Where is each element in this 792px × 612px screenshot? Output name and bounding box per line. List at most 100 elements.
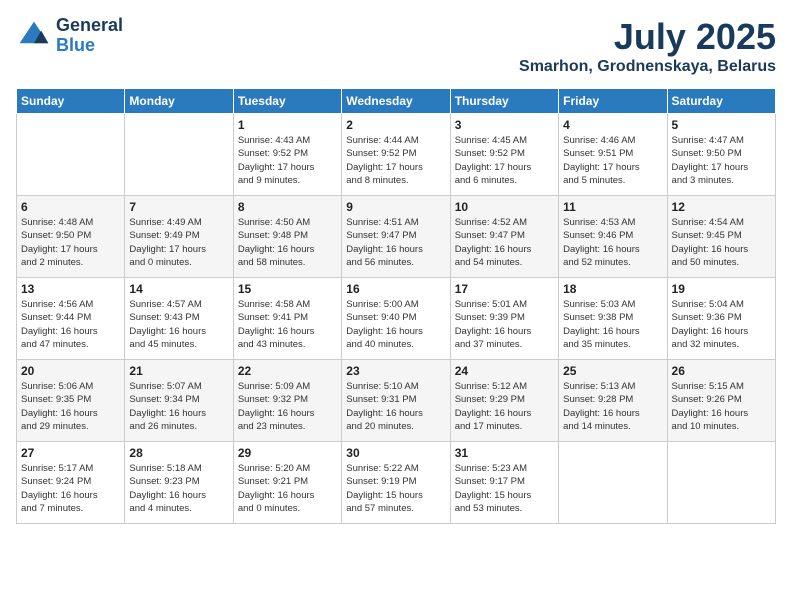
calendar-cell: 29Sunrise: 5:20 AM Sunset: 9:21 PM Dayli… — [233, 442, 341, 524]
day-number: 7 — [129, 200, 228, 214]
day-number: 8 — [238, 200, 337, 214]
day-number: 29 — [238, 446, 337, 460]
calendar-cell: 1Sunrise: 4:43 AM Sunset: 9:52 PM Daylig… — [233, 114, 341, 196]
calendar-body: 1Sunrise: 4:43 AM Sunset: 9:52 PM Daylig… — [17, 114, 776, 524]
day-details: Sunrise: 5:18 AM Sunset: 9:23 PM Dayligh… — [129, 462, 228, 515]
day-number: 31 — [455, 446, 554, 460]
day-details: Sunrise: 4:47 AM Sunset: 9:50 PM Dayligh… — [672, 134, 771, 187]
logo-icon — [16, 18, 52, 54]
day-number: 4 — [563, 118, 662, 132]
calendar-cell: 16 Sunrise: 5:00 AM Sunset: 9:40 PM Dayli… — [342, 278, 450, 360]
title-block: July 2025 Smarhon, Grodnenskaya, Belarus — [519, 16, 776, 76]
day-details: Sunrise: 5:12 AM Sunset: 9:29 PM Dayligh… — [455, 380, 554, 433]
day-number: 17 — [455, 282, 554, 296]
calendar-cell: 10Sunrise: 4:52 AM Sunset: 9:47 PM Dayli… — [450, 196, 558, 278]
day-details: Sunrise: 4:50 AM Sunset: 9:48 PM Dayligh… — [238, 216, 337, 269]
day-details: Sunrise: 5:23 AM Sunset: 9:17 PM Dayligh… — [455, 462, 554, 515]
weekday-header-monday: Monday — [125, 89, 233, 114]
calendar-cell: 28Sunrise: 5:18 AM Sunset: 9:23 PM Dayli… — [125, 442, 233, 524]
calendar-cell: 14 Sunrise: 4:57 AM Sunset: 9:43 PM Dayli… — [125, 278, 233, 360]
calendar-cell — [125, 114, 233, 196]
calendar-cell: 27Sunrise: 5:17 AM Sunset: 9:24 PM Dayli… — [17, 442, 125, 524]
calendar-cell: 13 Sunrise: 4:56 AM Sunset: 9:44 PM Dayli… — [17, 278, 125, 360]
calendar-table: SundayMondayTuesdayWednesdayThursdayFrid… — [16, 88, 776, 524]
day-number: 27 — [21, 446, 120, 460]
day-details: Sunrise: 4:46 AM Sunset: 9:51 PM Dayligh… — [563, 134, 662, 187]
weekday-header-wednesday: Wednesday — [342, 89, 450, 114]
day-number: 2 — [346, 118, 445, 132]
weekday-header-tuesday: Tuesday — [233, 89, 341, 114]
day-details: Sunrise: 4:56 AM Sunset: 9:44 PM Dayligh… — [21, 298, 120, 351]
day-details: Sunrise: 5:13 AM Sunset: 9:28 PM Dayligh… — [563, 380, 662, 433]
logo-line1: General — [56, 16, 123, 36]
calendar-header: SundayMondayTuesdayWednesdayThursdayFrid… — [17, 89, 776, 114]
calendar-cell: 23Sunrise: 5:10 AM Sunset: 9:31 PM Dayli… — [342, 360, 450, 442]
weekday-header-sunday: Sunday — [17, 89, 125, 114]
day-number: 30 — [346, 446, 445, 460]
calendar-cell: 9 Sunrise: 4:51 AM Sunset: 9:47 PM Daylig… — [342, 196, 450, 278]
day-number: 15 — [238, 282, 337, 296]
day-details: Sunrise: 4:48 AM Sunset: 9:50 PM Dayligh… — [21, 216, 120, 269]
weekday-header-row: SundayMondayTuesdayWednesdayThursdayFrid… — [17, 89, 776, 114]
day-number: 16 — [346, 282, 445, 296]
calendar-cell — [17, 114, 125, 196]
day-details: Sunrise: 5:06 AM Sunset: 9:35 PM Dayligh… — [21, 380, 120, 433]
calendar-week-2: 6 Sunrise: 4:48 AM Sunset: 9:50 PM Daylig… — [17, 196, 776, 278]
day-number: 13 — [21, 282, 120, 296]
calendar-cell: 24 Sunrise: 5:12 AM Sunset: 9:29 PM Dayli… — [450, 360, 558, 442]
calendar-cell: 6 Sunrise: 4:48 AM Sunset: 9:50 PM Daylig… — [17, 196, 125, 278]
calendar-week-4: 20 Sunrise: 5:06 AM Sunset: 9:35 PM Dayli… — [17, 360, 776, 442]
calendar-cell: 7 Sunrise: 4:49 AM Sunset: 9:49 PM Daylig… — [125, 196, 233, 278]
day-details: Sunrise: 5:09 AM Sunset: 9:32 PM Dayligh… — [238, 380, 337, 433]
page-header: General Blue July 2025 Smarhon, Grodnens… — [16, 16, 776, 76]
calendar-cell: 15 Sunrise: 4:58 AM Sunset: 9:41 PM Dayli… — [233, 278, 341, 360]
day-number: 11 — [563, 200, 662, 214]
weekday-header-friday: Friday — [559, 89, 667, 114]
calendar-cell — [559, 442, 667, 524]
day-number: 9 — [346, 200, 445, 214]
day-number: 18 — [563, 282, 662, 296]
day-number: 3 — [455, 118, 554, 132]
day-number: 10 — [455, 200, 554, 214]
day-details: Sunrise: 4:45 AM Sunset: 9:52 PM Dayligh… — [455, 134, 554, 187]
day-number: 6 — [21, 200, 120, 214]
day-number: 19 — [672, 282, 771, 296]
logo-line2: Blue — [56, 36, 123, 56]
calendar-cell: 20 Sunrise: 5:06 AM Sunset: 9:35 PM Dayli… — [17, 360, 125, 442]
calendar-cell: 18 Sunrise: 5:03 AM Sunset: 9:38 PM Dayli… — [559, 278, 667, 360]
day-number: 20 — [21, 364, 120, 378]
day-number: 12 — [672, 200, 771, 214]
day-details: Sunrise: 4:43 AM Sunset: 9:52 PM Dayligh… — [238, 134, 337, 187]
calendar-cell: 17 Sunrise: 5:01 AM Sunset: 9:39 PM Dayli… — [450, 278, 558, 360]
calendar-cell: 25Sunrise: 5:13 AM Sunset: 9:28 PM Dayli… — [559, 360, 667, 442]
location-title: Smarhon, Grodnenskaya, Belarus — [519, 58, 776, 76]
day-details: Sunrise: 4:57 AM Sunset: 9:43 PM Dayligh… — [129, 298, 228, 351]
day-details: Sunrise: 5:03 AM Sunset: 9:38 PM Dayligh… — [563, 298, 662, 351]
day-details: Sunrise: 4:58 AM Sunset: 9:41 PM Dayligh… — [238, 298, 337, 351]
day-details: Sunrise: 4:44 AM Sunset: 9:52 PM Dayligh… — [346, 134, 445, 187]
calendar-cell: 3 Sunrise: 4:45 AM Sunset: 9:52 PM Daylig… — [450, 114, 558, 196]
calendar-cell: 19Sunrise: 5:04 AM Sunset: 9:36 PM Dayli… — [667, 278, 775, 360]
calendar-cell — [667, 442, 775, 524]
day-details: Sunrise: 4:53 AM Sunset: 9:46 PM Dayligh… — [563, 216, 662, 269]
weekday-header-saturday: Saturday — [667, 89, 775, 114]
day-details: Sunrise: 4:49 AM Sunset: 9:49 PM Dayligh… — [129, 216, 228, 269]
logo: General Blue — [16, 16, 123, 56]
calendar-cell: 30 Sunrise: 5:22 AM Sunset: 9:19 PM Dayli… — [342, 442, 450, 524]
calendar-cell: 22 Sunrise: 5:09 AM Sunset: 9:32 PM Dayli… — [233, 360, 341, 442]
day-details: Sunrise: 5:07 AM Sunset: 9:34 PM Dayligh… — [129, 380, 228, 433]
day-number: 23 — [346, 364, 445, 378]
day-details: Sunrise: 4:51 AM Sunset: 9:47 PM Dayligh… — [346, 216, 445, 269]
day-details: Sunrise: 5:00 AM Sunset: 9:40 PM Dayligh… — [346, 298, 445, 351]
day-details: Sunrise: 5:15 AM Sunset: 9:26 PM Dayligh… — [672, 380, 771, 433]
day-number: 22 — [238, 364, 337, 378]
calendar-week-5: 27Sunrise: 5:17 AM Sunset: 9:24 PM Dayli… — [17, 442, 776, 524]
calendar-cell: 26Sunrise: 5:15 AM Sunset: 9:26 PM Dayli… — [667, 360, 775, 442]
calendar-cell: 4 Sunrise: 4:46 AM Sunset: 9:51 PM Daylig… — [559, 114, 667, 196]
day-number: 24 — [455, 364, 554, 378]
day-details: Sunrise: 5:22 AM Sunset: 9:19 PM Dayligh… — [346, 462, 445, 515]
day-details: Sunrise: 5:01 AM Sunset: 9:39 PM Dayligh… — [455, 298, 554, 351]
calendar-cell: 31 Sunrise: 5:23 AM Sunset: 9:17 PM Dayli… — [450, 442, 558, 524]
day-details: Sunrise: 4:54 AM Sunset: 9:45 PM Dayligh… — [672, 216, 771, 269]
day-number: 14 — [129, 282, 228, 296]
